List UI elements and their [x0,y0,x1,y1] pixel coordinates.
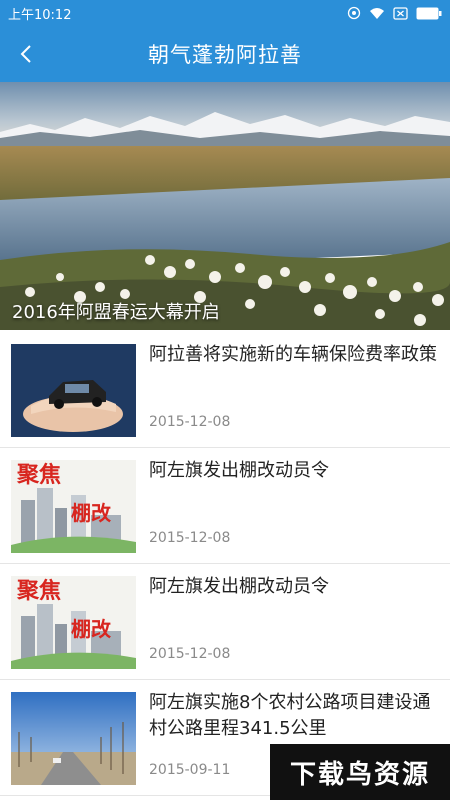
sim-off-icon [393,6,408,20]
thumb-text-reform: 棚改 [71,617,112,641]
focus-shed-reform-image: 聚焦 棚改 [11,460,136,553]
news-title: 阿左旗发出棚改动员令 [149,576,329,597]
app-bar: 朝气蓬勃阿拉善 [0,26,450,82]
list-item[interactable]: 阿拉善将实施新的车辆保险费率政策 2015-12-08 [0,332,450,448]
car-in-hands-image [11,344,136,437]
news-thumbnail: 聚焦 棚改 [11,460,136,553]
status-bar: 上午10:12 [0,0,450,26]
news-date: 2015-12-08 [149,530,231,546]
news-title: 阿左旗实施8个农村公路项目建设通村公路里程341.5公里 [149,692,431,739]
news-title: 阿左旗发出棚改动员令 [149,460,329,481]
focus-shed-reform-image: 聚焦 棚改 [11,576,136,669]
thumb-text-focus: 聚焦 [16,578,61,604]
news-thumbnail: 聚焦 棚改 [11,576,136,669]
news-thumbnail [11,692,136,785]
list-item[interactable]: 聚焦 棚改 阿左旗发出棚改动员令 2015-12-08 [0,448,450,564]
news-date: 2015-12-08 [149,414,231,430]
news-date: 2015-09-11 [149,762,231,778]
wifi-icon [369,7,385,20]
rural-road-image [11,692,136,785]
watermark-logo: 下载鸟资源 [270,744,450,800]
news-thumbnail [11,344,136,437]
status-icons [347,6,442,20]
list-item[interactable]: 聚焦 棚改 阿左旗发出棚改动员令 2015-12-08 [0,564,450,680]
chevron-left-icon [20,45,31,63]
page-title: 朝气蓬勃阿拉善 [148,43,302,67]
thumb-text-focus: 聚焦 [16,462,61,488]
back-button[interactable] [6,34,46,74]
news-date: 2015-12-08 [149,646,231,662]
battery-icon [416,7,442,20]
thumb-text-reform: 棚改 [71,501,112,525]
hero-banner[interactable]: 2016年阿盟春运大幕开启 [0,82,450,330]
hero-caption: 2016年阿盟春运大幕开启 [12,302,220,323]
hero-image [0,82,450,330]
news-list: 阿拉善将实施新的车辆保险费率政策 2015-12-08 聚焦 棚改 阿左旗发出棚… [0,332,450,796]
status-time: 上午10:12 [8,7,72,23]
alarm-icon [347,6,361,20]
news-title: 阿拉善将实施新的车辆保险费率政策 [149,344,437,365]
